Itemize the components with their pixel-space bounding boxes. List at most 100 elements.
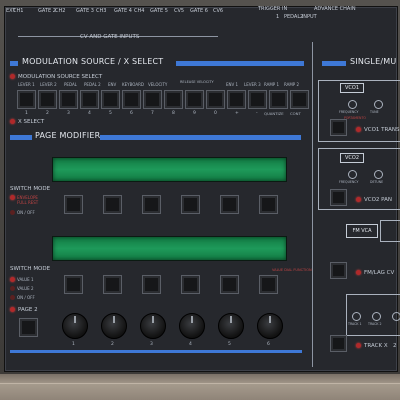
wood-trim [0, 374, 400, 400]
track-x-label: TRACK X [364, 343, 388, 349]
vco1-button[interactable] [330, 119, 347, 136]
switch-mode-label-2: SWITCH MODE [10, 266, 51, 272]
page-button-bottom-3[interactable] [142, 275, 161, 294]
page-button-top-6[interactable] [259, 195, 278, 214]
page2-button[interactable] [19, 318, 38, 337]
jack-label-advance: ADVANCE CHAIN [314, 6, 356, 12]
page-button-top-3[interactable] [142, 195, 161, 214]
page-button-bottom-2[interactable] [103, 275, 122, 294]
page-button-top-4[interactable] [181, 195, 200, 214]
switch-mode-label-1: SWITCH MODE [10, 186, 51, 192]
mod-source-button-8[interactable] [164, 90, 183, 109]
knob-num-2: 2 [111, 342, 114, 347]
btn-num-5: 5 [109, 111, 112, 116]
btn-num-4: 4 [88, 111, 91, 116]
x-select-led [10, 119, 15, 124]
mod-source-button-13[interactable] [269, 90, 288, 109]
value-knob-1[interactable] [62, 313, 88, 339]
mod-source-button-9[interactable] [185, 90, 204, 109]
pedal-num-2: 2 [300, 14, 304, 20]
jack-row: EXT CH1 GATE 2 CH2 GATE 3 CH3 GATE 4 CH4… [4, 6, 396, 46]
page-button-bottom-1[interactable] [64, 275, 83, 294]
mod-source-button-1[interactable] [17, 90, 36, 109]
bottom-accent-bar [10, 350, 302, 353]
value-knob-4[interactable] [179, 313, 205, 339]
track1-jack [352, 312, 361, 321]
vco1-tune-jack [374, 100, 383, 109]
btn-num-quantize: QUANTIZE [264, 111, 284, 116]
btn-num-cont: CONT [290, 111, 301, 116]
page-button-bottom-6[interactable] [259, 275, 278, 294]
page-button-top-1[interactable] [64, 195, 83, 214]
btn-num-2: 2 [46, 111, 49, 116]
jack-label-gate4: GATE 4 [114, 8, 132, 14]
vco1-trans-label: VCO1 TRANS [364, 127, 400, 133]
src-label-1: LEVER 1 [18, 82, 35, 87]
src-label-7: VELOCITY [148, 82, 168, 87]
fm-lag-button[interactable] [330, 262, 347, 279]
value-knob-5[interactable] [218, 313, 244, 339]
btn-num-plus: + [235, 111, 239, 116]
pedal-num-1: 1 [276, 14, 280, 20]
wood-trim-line [0, 383, 400, 384]
page-button-top-5[interactable] [220, 195, 239, 214]
mode1-option-fullrest: FULL REST [17, 200, 39, 205]
page-button-top-2[interactable] [103, 195, 122, 214]
src-label-3: PEDAL [64, 82, 77, 87]
mode2-led-value2 [10, 286, 15, 291]
mod-header-bar-left [10, 61, 18, 66]
single-multi-header: SINGLE/MU [350, 57, 397, 66]
jack-label-ch1: CH1 [13, 8, 24, 14]
page-modifier-header: PAGE MODIFIER [35, 131, 101, 140]
vco2-freq-jack [348, 170, 357, 179]
mod-source-button-2[interactable] [38, 90, 57, 109]
jack-label-cv5: CV5 [174, 8, 185, 14]
vco2-box: VCO2 [340, 153, 364, 163]
x-select-label: X SELECT [18, 119, 45, 125]
fm-vca-block [380, 220, 400, 242]
fm-lag-led [356, 270, 361, 275]
mode1-led-onoff [10, 210, 15, 215]
vco1-porta-label: PORTAMENTO [344, 116, 366, 120]
btn-num-9: 9 [193, 111, 196, 116]
mod-source-button-11[interactable] [227, 90, 246, 109]
mod-source-button-10[interactable] [206, 90, 225, 109]
src-label-11: RAMP 1 [264, 82, 280, 87]
fm-vca-box: FM VCA [346, 224, 378, 238]
value-knob-6[interactable] [257, 313, 283, 339]
jack-label-gate6: GATE 6 [190, 8, 208, 14]
mod-source-button-7[interactable] [143, 90, 162, 109]
mode2-option-value2: VALUE 2 [17, 286, 34, 291]
page-header-bar-right [100, 135, 301, 140]
btn-num-8: 8 [172, 111, 175, 116]
btn-num-0: 0 [214, 111, 217, 116]
vco2-tune-jack [374, 170, 383, 179]
vco1-freq-label: FREQUENCY [339, 110, 359, 114]
mod-source-button-14[interactable] [290, 90, 309, 109]
lcd-display-top [52, 157, 287, 182]
cv-gate-caption: CV AND GATE INPUTS [80, 34, 140, 40]
page-button-bottom-4[interactable] [181, 275, 200, 294]
value-knob-2[interactable] [101, 313, 127, 339]
jack-label-trigger: TRIGGER IN [258, 6, 288, 12]
knob-num-6: 6 [267, 342, 270, 347]
track-x-button[interactable] [330, 335, 347, 352]
vco2-button[interactable] [330, 189, 347, 206]
btn-num-1: 1 [25, 111, 28, 116]
track2-jack [372, 312, 381, 321]
src-label-12: RAMP 2 [284, 82, 300, 87]
mod-source-button-5[interactable] [101, 90, 120, 109]
value-dial-note: VALUE DIAL FUNCTION [272, 268, 312, 272]
value-knob-3[interactable] [140, 313, 166, 339]
btn-num-minus: - [256, 111, 258, 116]
src-label-6: KEYBOARD [122, 82, 144, 87]
jack-label-gate3: GATE 3 [76, 8, 94, 14]
vco2-pan-label: VCO2 PAN [364, 197, 393, 203]
vco1-box: VCO1 [340, 83, 364, 93]
mod-source-button-12[interactable] [248, 90, 267, 109]
mod-source-button-4[interactable] [80, 90, 99, 109]
mod-source-button-3[interactable] [59, 90, 78, 109]
page-button-bottom-5[interactable] [220, 275, 239, 294]
knob-num-1: 1 [72, 342, 75, 347]
mod-source-button-6[interactable] [122, 90, 141, 109]
